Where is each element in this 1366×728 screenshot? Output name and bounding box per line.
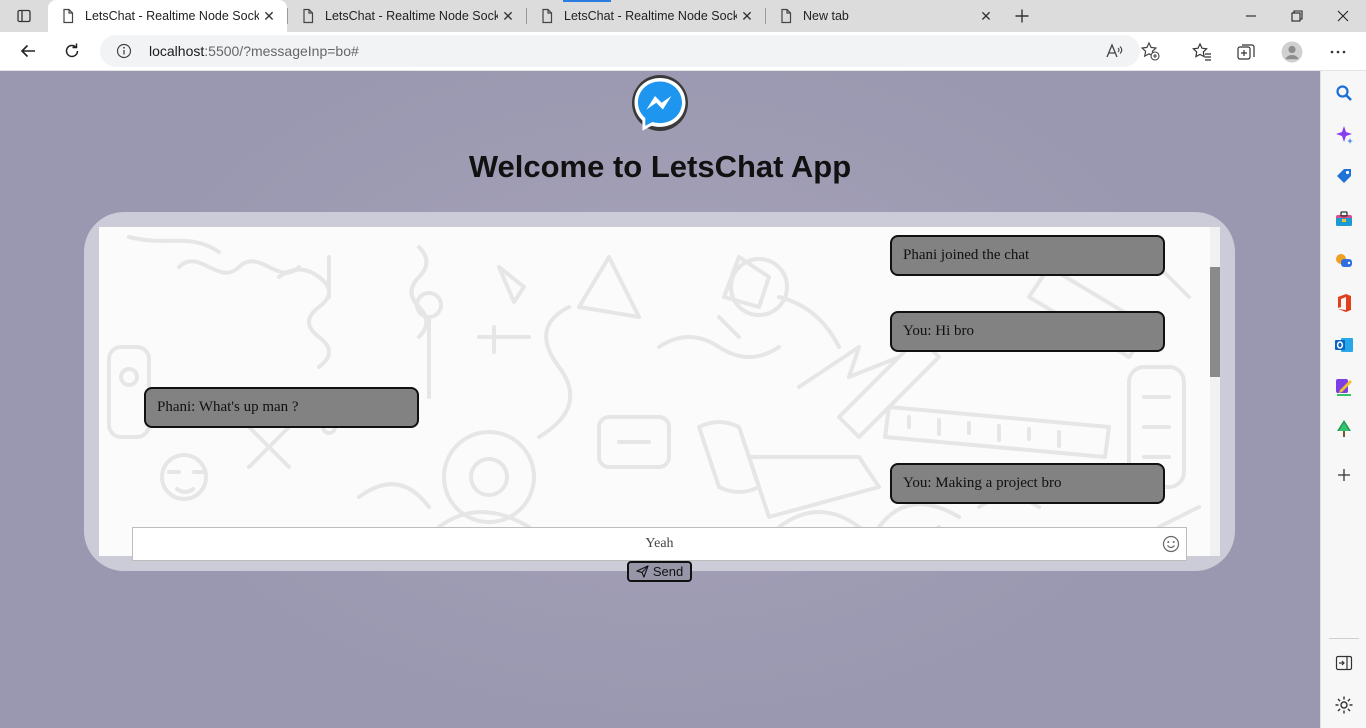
address-bar[interactable]: localhost:5500/?messageInp=bo#	[100, 35, 1160, 67]
office-icon	[1338, 294, 1351, 312]
sidebar-add-button[interactable]	[1332, 463, 1356, 487]
sidebar-copilot-button[interactable]	[1332, 123, 1356, 147]
tab-title: LetsChat - Realtime Node Socket	[85, 9, 259, 23]
info-icon[interactable]	[116, 43, 132, 59]
emoji-button[interactable]	[1161, 534, 1181, 554]
sidebar-outlook-button[interactable]	[1332, 333, 1356, 357]
message-left: Phani: What's up man ?	[144, 387, 419, 428]
sidebar-expand-button[interactable]	[1332, 651, 1356, 675]
more-button[interactable]	[1323, 37, 1353, 67]
tab-loading-indicator	[563, 0, 611, 2]
minimize-icon	[1246, 15, 1256, 17]
send-icon	[636, 565, 649, 578]
profile-button[interactable]	[1277, 37, 1307, 67]
close-icon	[1337, 10, 1349, 22]
scrollbar-thumb[interactable]	[1210, 267, 1220, 377]
sidebar-settings-button[interactable]	[1332, 693, 1356, 717]
tab-title: LetsChat - Realtime Node Socket	[325, 9, 498, 23]
sidebar-search-button[interactable]	[1332, 81, 1356, 105]
sidebar-tools-button[interactable]	[1332, 207, 1356, 231]
tab-4[interactable]: New tab ✕	[766, 0, 1004, 32]
url-path: :5500/?messageInp=bo#	[204, 43, 359, 59]
expand-sidebar-icon	[1335, 655, 1353, 671]
games-icon	[1336, 254, 1352, 267]
page-title: Welcome to LetsChat App	[468, 149, 852, 184]
send-label: Send	[652, 564, 684, 579]
url-text[interactable]: localhost:5500/?messageInp=bo#	[149, 43, 359, 59]
tab-1[interactable]: LetsChat - Realtime Node Socket ✕	[48, 0, 287, 32]
tab-3[interactable]: LetsChat - Realtime Node Socket ✕	[527, 0, 765, 32]
shopping-icon	[1337, 169, 1351, 183]
tab-title: LetsChat - Realtime Node Socket	[564, 9, 737, 23]
minimize-button[interactable]	[1228, 0, 1274, 32]
restore-button[interactable]	[1274, 0, 1320, 32]
settings-icon	[1335, 696, 1353, 714]
tab-title: New tab	[803, 9, 849, 23]
message-right: You: Hi bro	[890, 311, 1165, 352]
page-icon	[781, 8, 792, 24]
tab-strip: LetsChat - Realtime Node Socket ✕ LetsCh…	[0, 0, 1366, 32]
back-icon	[20, 44, 35, 58]
sidebar-divider	[1329, 638, 1359, 639]
sidebar-office-button[interactable]	[1332, 291, 1356, 315]
profile-icon	[1281, 41, 1303, 63]
messenger-logo-icon	[632, 75, 688, 131]
message-input[interactable]	[132, 527, 1187, 561]
message-right: You: Making a project bro	[890, 463, 1165, 504]
collections-button[interactable]	[1231, 37, 1261, 67]
close-window-button[interactable]	[1320, 0, 1366, 32]
close-icon[interactable]: ✕	[976, 6, 996, 26]
chat-messages[interactable]: Phani joined the chat You: Hi bro Phani:…	[99, 227, 1210, 556]
restore-icon	[1291, 10, 1303, 22]
emoji-icon	[1162, 535, 1180, 553]
favorites-button[interactable]	[1187, 37, 1217, 67]
close-icon[interactable]: ✕	[498, 6, 518, 26]
tree-icon	[1337, 420, 1351, 437]
refresh-icon	[65, 43, 79, 58]
tab-2[interactable]: LetsChat - Realtime Node Socket ✕	[288, 0, 526, 32]
tools-icon	[1336, 211, 1352, 226]
read-aloud-button[interactable]	[1102, 39, 1126, 63]
copilot-icon	[1336, 126, 1353, 144]
page-icon	[63, 8, 74, 24]
sidebar-shopping-button[interactable]	[1332, 165, 1356, 189]
chat-scrollbar[interactable]	[1210, 227, 1220, 556]
sidebar-tree-button[interactable]	[1332, 417, 1356, 441]
tab-actions-icon[interactable]	[12, 6, 36, 26]
message-right: Phani joined the chat	[890, 235, 1165, 276]
sidebar-designer-button[interactable]	[1332, 375, 1356, 399]
designer-icon	[1336, 379, 1352, 396]
close-icon[interactable]: ✕	[259, 6, 279, 26]
page-icon	[542, 8, 553, 24]
sidebar-games-button[interactable]	[1332, 249, 1356, 273]
outlook-icon	[1335, 338, 1353, 352]
refresh-button[interactable]	[57, 36, 87, 66]
plus-icon	[1338, 469, 1350, 481]
add-favorite-button[interactable]	[1138, 39, 1162, 63]
close-icon[interactable]: ✕	[737, 6, 757, 26]
plus-icon	[1015, 9, 1029, 23]
favorites-icon	[1192, 42, 1211, 61]
edge-sidebar	[1320, 71, 1366, 728]
browser-toolbar: localhost:5500/?messageInp=bo#	[0, 32, 1366, 71]
url-host: localhost	[149, 43, 205, 59]
new-tab-button[interactable]	[1010, 4, 1034, 28]
send-button[interactable]: Send	[627, 561, 692, 582]
page-icon	[303, 8, 314, 24]
read-aloud-icon	[1106, 43, 1123, 58]
more-icon	[1330, 50, 1346, 54]
collections-icon	[1237, 44, 1255, 60]
back-button[interactable]	[13, 36, 43, 66]
add-favorite-icon	[1140, 41, 1160, 61]
search-icon	[1336, 85, 1352, 101]
